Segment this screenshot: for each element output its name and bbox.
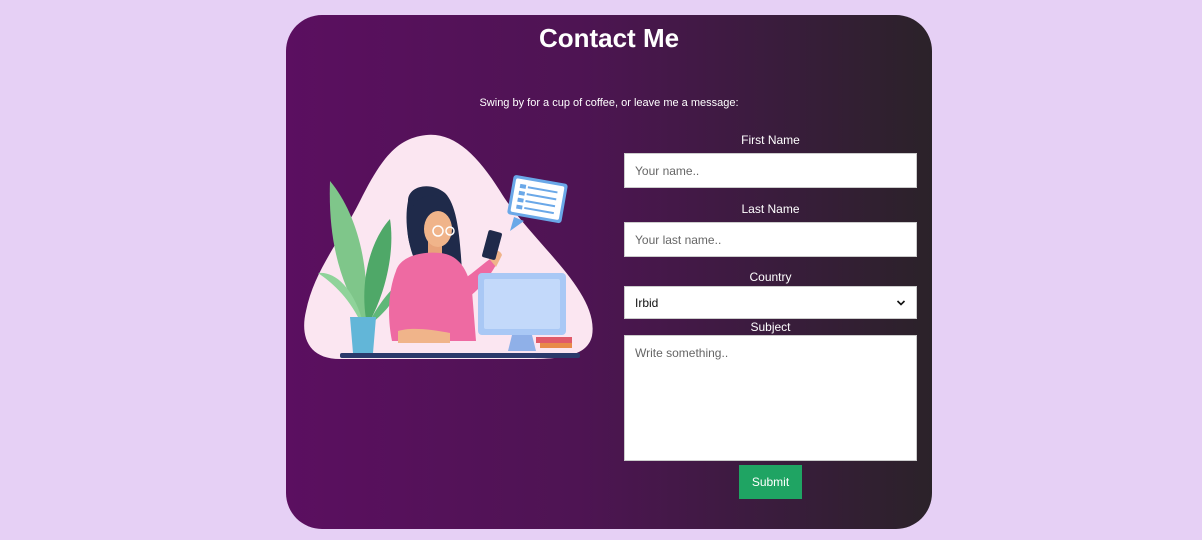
last-name-input[interactable] (624, 222, 917, 257)
first-name-label: First Name (741, 133, 800, 147)
subject-textarea[interactable] (624, 335, 917, 461)
first-name-input[interactable] (624, 153, 917, 188)
chevron-down-icon (896, 299, 906, 306)
country-selected-value: Irbid (635, 295, 659, 310)
last-name-label: Last Name (741, 202, 800, 216)
contact-card: Contact Me Swing by for a cup of coffee,… (286, 15, 932, 529)
woman-at-computer-illustration (304, 134, 593, 359)
country-select[interactable]: Irbid (624, 286, 917, 319)
submit-button[interactable]: Submit (739, 465, 802, 499)
country-label: Country (749, 270, 792, 284)
page-title: Contact Me (538, 23, 680, 53)
subject-label: Subject (750, 320, 791, 334)
page-subtitle: Swing by for a cup of coffee, or leave m… (479, 97, 739, 109)
